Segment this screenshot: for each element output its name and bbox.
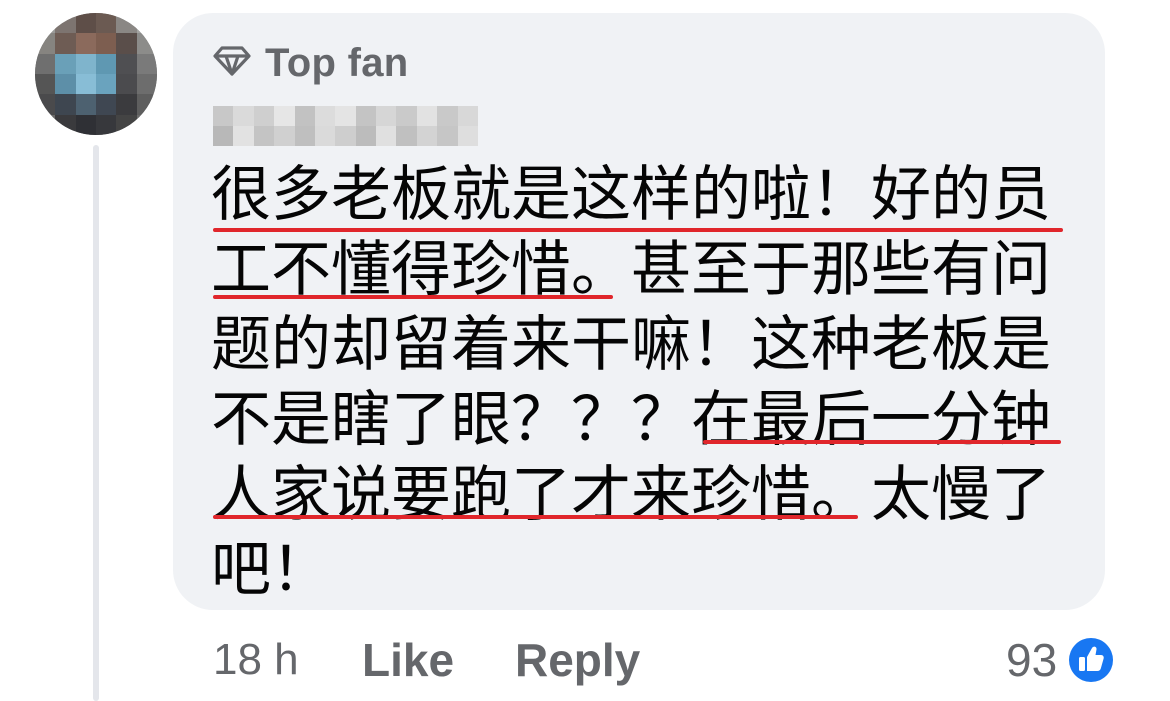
timestamp[interactable]: 18 h [213,620,299,700]
thumbs-up-icon [1069,638,1114,682]
highlight-underline [213,515,858,519]
highlight-underline [213,295,613,299]
comment-line: 不是瞎了眼？？？在最后一分钟 [211,385,1051,455]
highlight-underline [703,440,1061,444]
comment-text: 很多老板就是这样的啦！好的员 工不懂得珍惜。甚至于那些有问 题的却留着来干嘛！这… [211,158,1081,608]
comment-line: 吧！ [211,535,331,605]
reaction-count: 93 [1006,634,1058,686]
thread-line [93,145,99,701]
reply-button[interactable]: Reply [515,620,640,700]
diamond-icon [213,46,251,80]
comment-line: 很多老板就是这样的啦！好的员 [211,160,1051,230]
avatar[interactable] [35,13,157,135]
author-name[interactable] [213,106,478,146]
badge-label: Top fan [265,40,409,85]
comment: Top fan 很多老板就是这样的啦！好的员 工不懂得珍惜。甚至于那些有问 题的… [0,0,1170,701]
like-reaction-badge [1065,634,1118,686]
like-button[interactable]: Like [362,620,454,700]
highlight-underline [213,228,1063,232]
reaction-summary[interactable]: 93 [1006,620,1118,700]
top-fan-badge: Top fan [213,38,409,88]
comment-line: 题的却留着来干嘛！这种老板是 [211,310,1051,380]
comment-line: 人家说要跑了才来珍惜。太慢了 [211,460,1051,530]
